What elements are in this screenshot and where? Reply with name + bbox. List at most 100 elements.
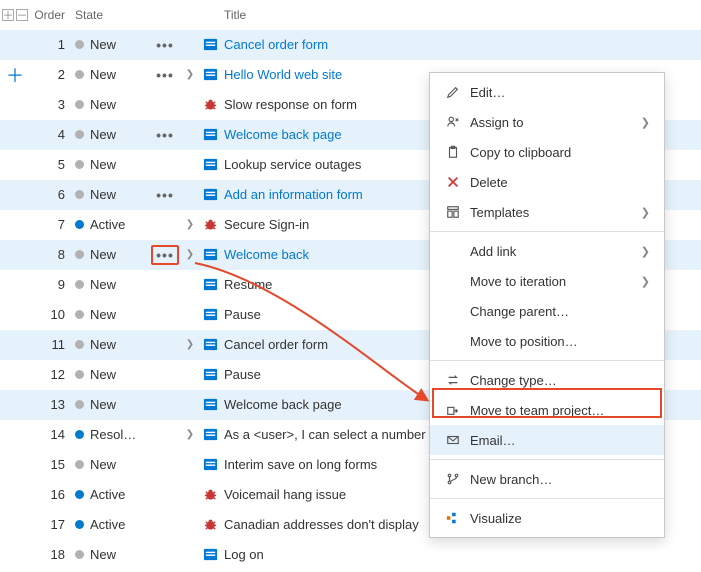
work-item-title: Secure Sign-in [224,217,309,232]
order-cell: 3 [30,97,75,112]
bug-icon [203,97,218,112]
menu-move-position[interactable]: Move to position… [430,326,664,356]
mail-icon [442,433,464,447]
state-label: New [90,457,116,472]
work-item-title[interactable]: Cancel order form [224,37,328,52]
menu-templates[interactable]: Templates ❯ [430,197,664,227]
menu-assign-to[interactable]: Assign to ❯ [430,107,664,137]
bug-icon [203,517,218,532]
work-item-title: Resume [224,277,272,292]
delete-x-icon [442,175,464,189]
menu-edit[interactable]: Edit… [430,77,664,107]
state-dot-icon [75,310,84,319]
product-backlog-item-icon [203,157,218,172]
work-item-title[interactable]: Welcome back page [224,127,342,142]
expand-caret-icon[interactable]: ❯ [186,69,194,80]
menu-copy-clipboard[interactable]: Copy to clipboard [430,137,664,167]
product-backlog-item-icon [203,547,218,562]
state-label: New [90,337,116,352]
row-actions-button[interactable]: ••• [151,245,179,265]
state-dot-icon [75,400,84,409]
product-backlog-item-icon [203,187,218,202]
state-cell: New [75,37,150,52]
product-backlog-item-icon [203,277,218,292]
template-icon [442,205,464,219]
row-actions-button[interactable]: ••• [152,38,178,52]
state-cell: New [75,157,150,172]
state-cell: New [75,67,150,82]
menu-email[interactable]: Email… [430,425,664,455]
state-cell: Active [75,517,150,532]
person-icon [442,115,464,129]
work-item-title[interactable]: Hello World web site [224,67,342,82]
menu-separator [430,459,664,460]
work-item-title: Log on [224,547,264,562]
column-header-state[interactable]: State [75,8,150,22]
state-label: New [90,307,116,322]
expand-collapse-controls[interactable]: ＋－ [0,9,30,21]
menu-change-parent[interactable]: Change parent… [430,296,664,326]
order-cell: 10 [30,307,75,322]
chevron-right-icon: ❯ [641,275,650,288]
row-actions-button[interactable]: ••• [152,188,178,202]
product-backlog-item-icon [203,307,218,322]
menu-visualize[interactable]: Visualize [430,503,664,533]
order-cell: 13 [30,397,75,412]
state-label: New [90,127,116,142]
state-cell: New [75,397,150,412]
expand-caret-icon[interactable]: ❯ [186,249,194,260]
state-cell: New [75,247,150,262]
product-backlog-item-icon [203,37,218,52]
state-label: New [90,157,116,172]
work-item-row[interactable]: 18NewLog on [0,540,701,570]
menu-change-type[interactable]: Change type… [430,365,664,395]
order-cell: 2 [30,67,75,82]
bug-icon [203,487,218,502]
order-cell: 1 [30,37,75,52]
work-item-title: Slow response on form [224,97,357,112]
state-cell: New [75,337,150,352]
state-dot-icon [75,280,84,289]
order-cell: 11 [30,337,75,352]
work-item-title: Lookup service outages [224,157,361,172]
work-item-title: Voicemail hang issue [224,487,346,502]
expand-caret-icon[interactable]: ❯ [186,429,194,440]
product-backlog-item-icon [203,247,218,262]
order-cell: 16 [30,487,75,502]
work-item-row[interactable]: 1 New ••• Cancel order form [0,30,701,60]
expand-caret-icon[interactable]: ❯ [186,339,194,350]
state-label: New [90,37,116,52]
state-cell: New [75,367,150,382]
order-cell: 5 [30,157,75,172]
work-item-title: Pause [224,307,261,322]
work-item-title[interactable]: Welcome back [224,247,309,262]
menu-add-link[interactable]: Add link ❯ [430,236,664,266]
row-actions-button[interactable]: ••• [152,68,178,82]
menu-delete[interactable]: Delete [430,167,664,197]
branch-icon [442,472,464,486]
menu-new-branch[interactable]: New branch… [430,464,664,494]
expand-caret-icon[interactable]: ❯ [186,219,194,230]
menu-separator [430,498,664,499]
order-cell: 6 [30,187,75,202]
state-dot-icon [75,550,84,559]
order-cell: 4 [30,127,75,142]
menu-move-team-project[interactable]: Move to team project… [430,395,664,425]
work-item-title: Canadian addresses don't display [224,517,419,532]
menu-separator [430,231,664,232]
context-menu: Edit… Assign to ❯ Copy to clipboard Dele… [429,72,665,538]
column-header-title[interactable]: Title [220,8,701,22]
order-cell: 14 [30,427,75,442]
state-cell: New [75,127,150,142]
order-cell: 17 [30,517,75,532]
product-backlog-item-icon [203,457,218,472]
move-icon [442,403,464,417]
column-header-order[interactable]: Order [30,8,75,22]
state-cell: New [75,547,150,562]
work-item-title[interactable]: Add an information form [224,187,363,202]
menu-move-iteration[interactable]: Move to iteration ❯ [430,266,664,296]
state-dot-icon [75,340,84,349]
row-actions-button[interactable]: ••• [152,128,178,142]
state-dot-icon [75,250,84,259]
add-work-item-icon[interactable]: ＋ [6,62,24,88]
